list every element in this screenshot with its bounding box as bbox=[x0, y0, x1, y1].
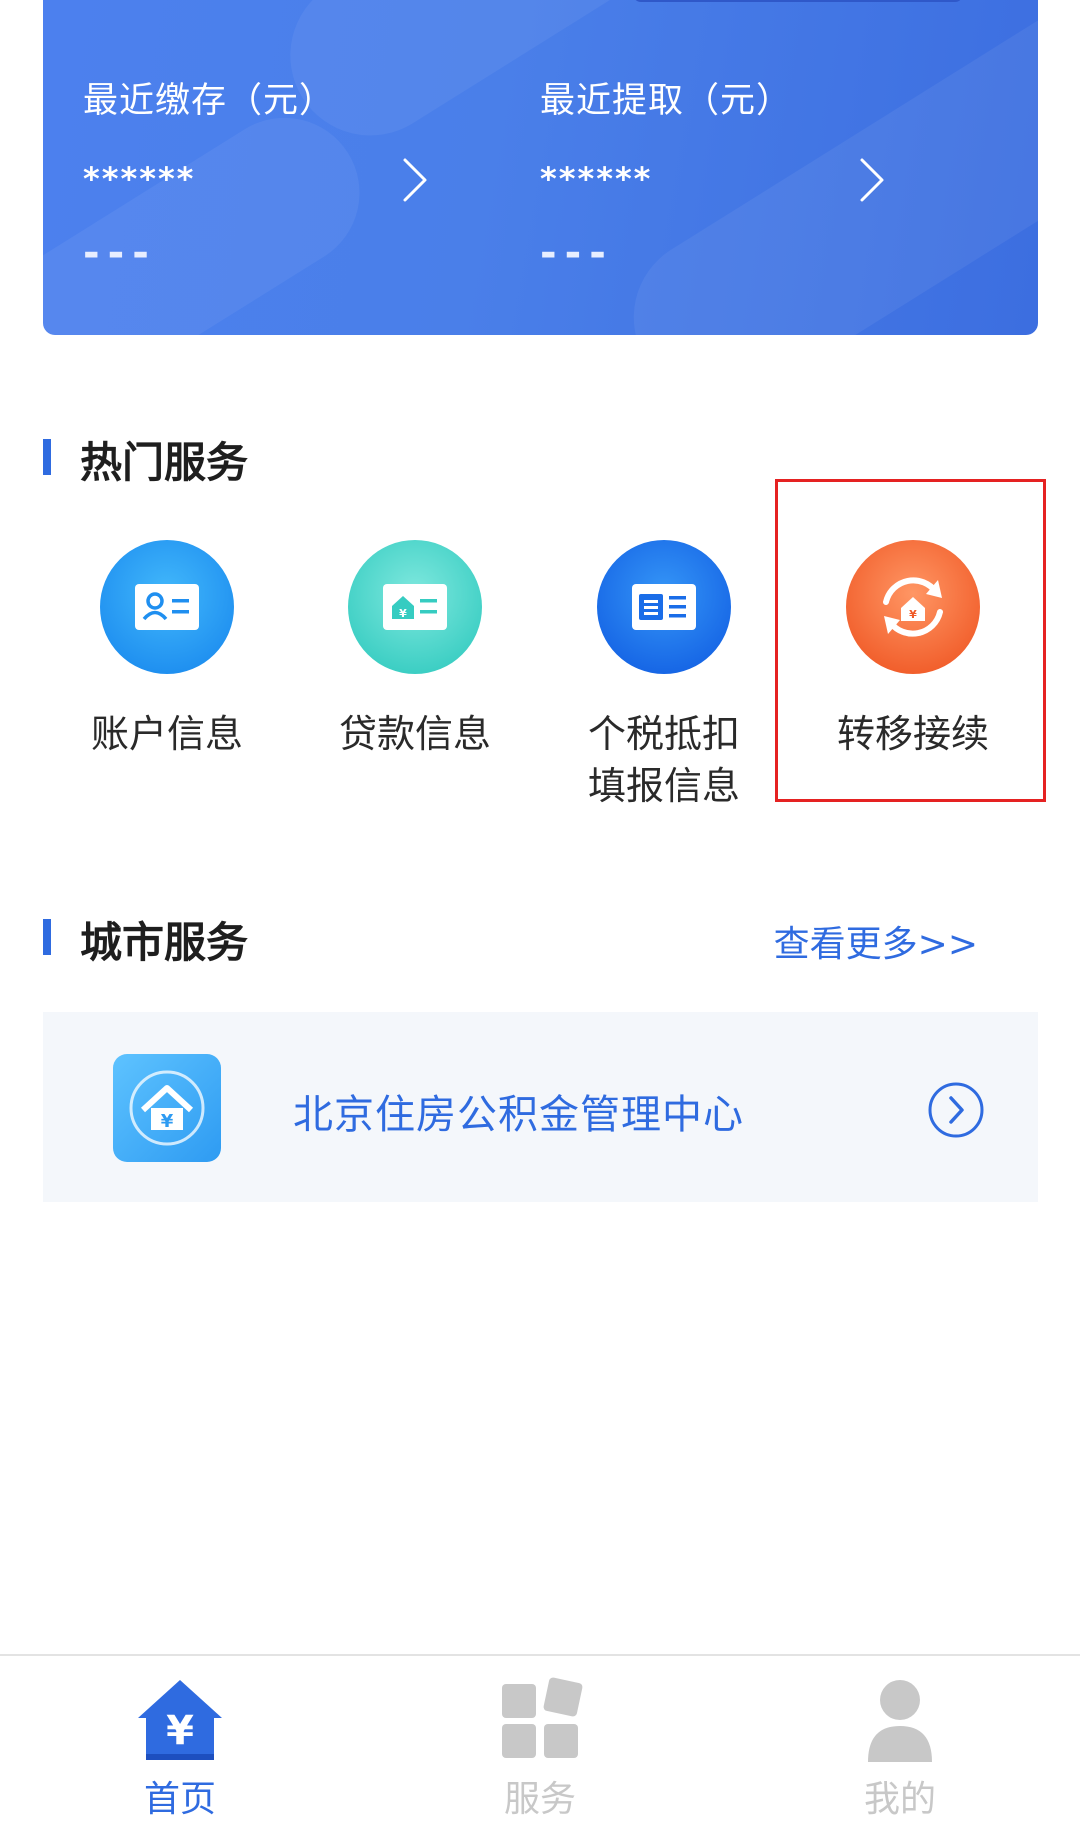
recent-withdrawal-label: 最近提取（元） bbox=[540, 81, 793, 121]
bottom-nav: ¥ 首页 服务 我的 bbox=[0, 1654, 1080, 1831]
recent-deposit-value: ****** bbox=[83, 160, 196, 198]
nav-services-label: 服务 bbox=[503, 1779, 576, 1820]
user-icon bbox=[868, 1680, 932, 1762]
tax-card-icon bbox=[597, 540, 731, 674]
nav-home[interactable]: ¥ 首页 bbox=[0, 1656, 360, 1831]
chevron-right-icon[interactable] bbox=[400, 155, 430, 205]
recent-withdrawal-date: --- bbox=[540, 230, 614, 276]
chevron-right-icon[interactable] bbox=[857, 155, 887, 205]
id-card-icon bbox=[100, 540, 234, 674]
recent-deposit-date: --- bbox=[83, 230, 157, 276]
grid-icon bbox=[502, 1677, 583, 1758]
hot-services-header: 热门服务 bbox=[43, 425, 1038, 487]
section-accent-bar bbox=[43, 439, 51, 475]
recent-deposit-label: 最近缴存（元） bbox=[83, 81, 336, 121]
svg-text:¥: ¥ bbox=[161, 1111, 174, 1132]
city-services-title: 城市服务 bbox=[80, 918, 249, 967]
nav-mine[interactable]: 我的 bbox=[720, 1656, 1080, 1831]
housing-fund-logo-icon: ¥ bbox=[113, 1054, 221, 1162]
balance-card: 最近缴存（元） ****** --- 最近提取（元） ****** --- bbox=[43, 0, 1038, 335]
service-loan-info[interactable]: ¥ 贷款信息 bbox=[290, 530, 540, 810]
nav-services[interactable]: 服务 bbox=[360, 1656, 720, 1831]
house-card-icon: ¥ bbox=[348, 540, 482, 674]
nav-mine-label: 我的 bbox=[863, 1779, 936, 1820]
svg-text:¥: ¥ bbox=[166, 1708, 194, 1754]
recent-withdrawal-stat[interactable]: 最近提取（元） ****** --- bbox=[500, 0, 940, 335]
service-label: 账户信息 bbox=[90, 712, 243, 756]
hot-services-title: 热门服务 bbox=[80, 438, 249, 487]
recent-deposit-stat[interactable]: 最近缴存（元） ****** --- bbox=[43, 0, 483, 335]
chevron-circle-right-icon[interactable] bbox=[927, 1081, 985, 1139]
recent-withdrawal-value: ****** bbox=[540, 160, 653, 198]
city-service-card[interactable]: ¥ 北京住房公积金管理中心 bbox=[43, 1012, 1038, 1202]
section-accent-bar bbox=[43, 919, 51, 955]
home-page: 最近缴存（元） ****** --- 最近提取（元） ****** --- 热门… bbox=[0, 0, 1080, 1831]
view-more-link[interactable]: 查看更多>> bbox=[774, 915, 978, 967]
svg-text:¥: ¥ bbox=[399, 607, 407, 620]
service-tax-deduction[interactable]: 个税抵扣 填报信息 bbox=[539, 530, 789, 810]
service-label: 个税抵扣 填报信息 bbox=[587, 712, 740, 808]
city-services-header: 城市服务 查看更多>> bbox=[43, 905, 1038, 967]
service-label: 贷款信息 bbox=[338, 712, 491, 756]
nav-home-label: 首页 bbox=[143, 1779, 216, 1820]
service-account-info[interactable]: 账户信息 bbox=[42, 530, 292, 810]
home-yuan-icon: ¥ bbox=[138, 1680, 222, 1760]
highlight-annotation-box bbox=[775, 479, 1046, 802]
city-service-name: 北京住房公积金管理中心 bbox=[293, 1092, 744, 1138]
